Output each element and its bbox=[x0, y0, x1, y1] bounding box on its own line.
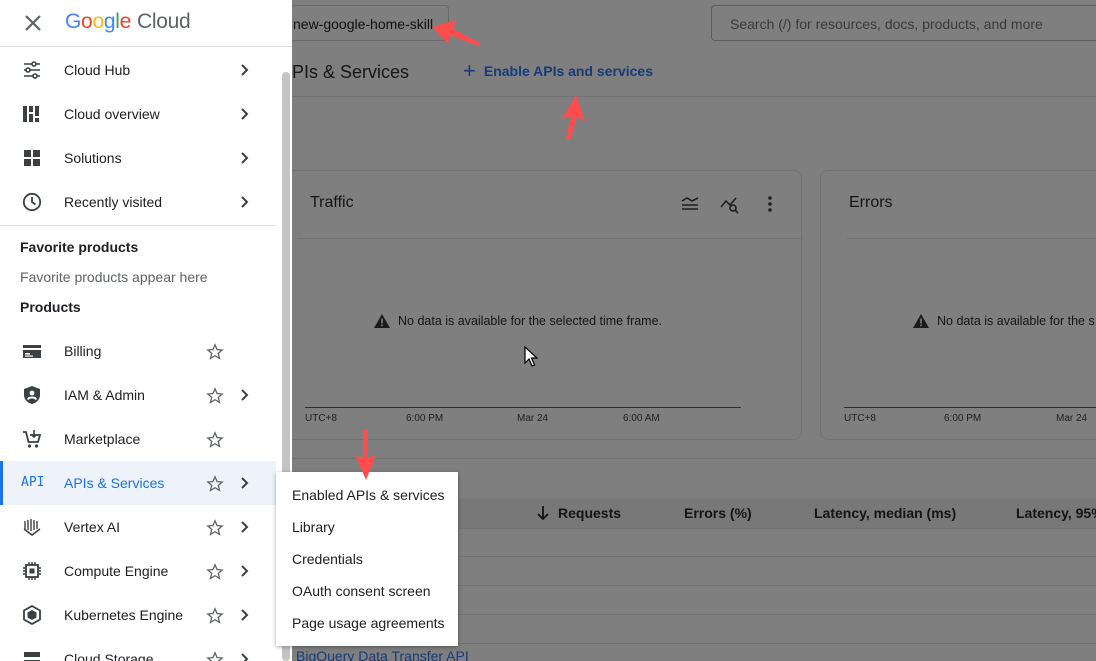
sidebar-item-apis-services[interactable]: API APIs & Services bbox=[0, 461, 276, 505]
chevron-right-icon bbox=[236, 106, 252, 122]
card-divider bbox=[847, 238, 1096, 239]
column-header-errors[interactable]: Errors (%) bbox=[684, 505, 752, 521]
explore-chart-icon[interactable] bbox=[719, 193, 741, 215]
chevron-right-icon bbox=[236, 387, 252, 403]
grid-icon bbox=[22, 148, 42, 168]
cart-icon bbox=[22, 429, 42, 449]
dashboard-icon bbox=[22, 104, 42, 124]
sidebar-item-recently-visited[interactable]: Recently visited bbox=[0, 180, 276, 224]
chip-icon bbox=[22, 561, 42, 581]
chevron-right-icon bbox=[236, 651, 252, 661]
api-row-link[interactable]: BigQuery Data Transfer API bbox=[296, 648, 469, 661]
favorites-heading: Favorite products bbox=[20, 239, 139, 255]
favorites-hint: Favorite products appear here bbox=[20, 269, 208, 285]
chevron-right-icon bbox=[236, 475, 252, 491]
billing-icon bbox=[22, 341, 42, 361]
table-divider bbox=[292, 458, 1096, 459]
axis-tick: Mar 24 bbox=[517, 413, 549, 424]
axis-tick: 6:00 AM bbox=[623, 413, 660, 424]
star-icon[interactable] bbox=[206, 519, 224, 537]
products-heading: Products bbox=[20, 299, 81, 315]
sidebar-item-iam-admin[interactable]: IAM & Admin bbox=[0, 373, 276, 417]
warning-icon bbox=[913, 314, 929, 328]
x-axis bbox=[305, 407, 741, 408]
enable-apis-label: Enable APIs and services bbox=[483, 63, 653, 79]
vertex-icon bbox=[22, 517, 42, 537]
more-vert-icon[interactable] bbox=[759, 193, 781, 215]
close-icon[interactable] bbox=[22, 12, 44, 34]
nav-header: Google Cloud bbox=[0, 0, 292, 47]
google-cloud-logo[interactable]: Google Cloud bbox=[65, 10, 191, 34]
nav-divider bbox=[0, 225, 276, 226]
header-divider bbox=[292, 96, 1096, 97]
chevron-right-icon bbox=[236, 519, 252, 535]
sidebar-item-marketplace[interactable]: Marketplace bbox=[0, 417, 276, 461]
traffic-card-title: Traffic bbox=[310, 194, 354, 211]
submenu-item-enabled-apis[interactable]: Enabled APIs & services bbox=[276, 479, 458, 511]
warning-icon bbox=[374, 314, 390, 328]
errors-card: Errors No data is available for the s UT… bbox=[820, 170, 1096, 440]
legend-toggle-icon[interactable] bbox=[679, 193, 701, 215]
api-icon: API bbox=[21, 475, 45, 490]
apis-services-submenu: Enabled APIs & services Library Credenti… bbox=[276, 472, 458, 646]
axis-tick: UTC+8 bbox=[844, 413, 876, 424]
submenu-item-credentials[interactable]: Credentials bbox=[276, 543, 458, 575]
sidebar-item-vertex-ai[interactable]: Vertex AI bbox=[0, 505, 276, 549]
x-axis bbox=[844, 407, 1096, 408]
mouse-cursor-icon bbox=[524, 346, 538, 367]
chevron-right-icon bbox=[236, 563, 252, 579]
card-divider bbox=[297, 238, 803, 239]
star-icon[interactable] bbox=[206, 431, 224, 449]
axis-tick: Mar 24 bbox=[1056, 413, 1088, 424]
chevron-right-icon bbox=[236, 194, 252, 210]
no-data-message: No data is available for the selected ti… bbox=[374, 314, 662, 328]
clock-icon bbox=[22, 192, 42, 212]
side-navigation: Google Cloud Cloud Hub Cloud overview Sol… bbox=[0, 0, 292, 661]
sidebar-item-compute-engine[interactable]: Compute Engine bbox=[0, 549, 276, 593]
sidebar-item-solutions[interactable]: Solutions bbox=[0, 136, 276, 180]
column-header-requests[interactable]: Requests bbox=[536, 505, 621, 521]
sidebar-item-cloud-storage[interactable]: Cloud Storage bbox=[0, 637, 276, 661]
sidebar-item-cloud-hub[interactable]: Cloud Hub bbox=[0, 48, 276, 92]
column-header-latency-95[interactable]: Latency, 95% bbox=[1016, 505, 1096, 521]
star-icon[interactable] bbox=[206, 563, 224, 581]
axis-tick: 6:00 PM bbox=[406, 413, 444, 424]
storage-icon bbox=[22, 649, 42, 661]
axis-tick: 6:00 PM bbox=[944, 413, 982, 424]
enable-apis-button[interactable]: + Enable APIs and services bbox=[463, 58, 653, 83]
chevron-right-icon bbox=[236, 62, 252, 78]
traffic-card: Traffic No data is available for the sel… bbox=[260, 170, 803, 440]
shield-icon bbox=[22, 385, 42, 405]
sidebar-item-billing[interactable]: Billing bbox=[0, 329, 276, 373]
axis-tick: UTC+8 bbox=[305, 413, 337, 424]
search-input[interactable]: Search (/) for resources, docs, products… bbox=[711, 5, 1096, 41]
page-title: PIs & Services bbox=[292, 62, 410, 82]
submenu-item-oauth-consent[interactable]: OAuth consent screen bbox=[276, 575, 458, 607]
sidebar-item-cloud-overview[interactable]: Cloud overview bbox=[0, 92, 276, 136]
chevron-right-icon bbox=[236, 150, 252, 166]
star-icon[interactable] bbox=[206, 475, 224, 493]
star-icon[interactable] bbox=[206, 607, 224, 625]
errors-card-title: Errors bbox=[849, 194, 893, 211]
no-data-message: No data is available for the s bbox=[913, 314, 1095, 328]
star-icon[interactable] bbox=[206, 651, 224, 661]
star-icon[interactable] bbox=[206, 387, 224, 405]
submenu-item-library[interactable]: Library bbox=[276, 511, 458, 543]
submenu-item-page-usage[interactable]: Page usage agreements bbox=[276, 607, 458, 639]
active-indicator bbox=[0, 461, 3, 505]
kubernetes-icon bbox=[22, 604, 42, 626]
plus-icon: + bbox=[463, 58, 476, 83]
sidebar-item-kubernetes-engine[interactable]: Kubernetes Engine bbox=[0, 593, 276, 637]
column-header-latency-median[interactable]: Latency, median (ms) bbox=[814, 505, 956, 521]
star-icon[interactable] bbox=[206, 343, 224, 361]
arrow-down-icon bbox=[537, 506, 549, 521]
tune-icon bbox=[22, 60, 42, 80]
chevron-right-icon bbox=[236, 607, 252, 623]
